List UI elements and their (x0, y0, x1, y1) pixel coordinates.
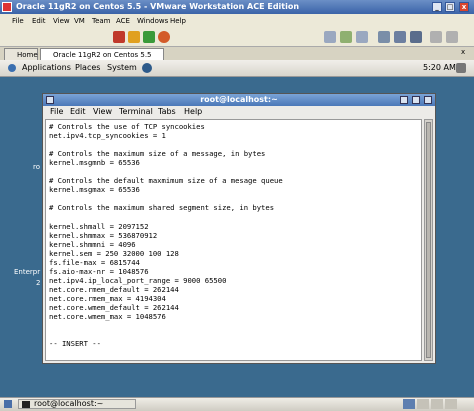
terminal-line: # Controls the maximum size of a message… (49, 149, 266, 159)
terminal-window: root@localhost:~ File Edit View Terminal… (42, 93, 436, 364)
scrollbar-thumb[interactable] (426, 122, 431, 358)
terminal-line: # Controls the use of TCP syncookies (49, 122, 205, 131)
show-desktop-icon[interactable] (4, 400, 12, 408)
tab-vm[interactable]: Oracle 11gR2 on Centos 5.5 (40, 48, 164, 60)
terminal-menu-file[interactable]: File (50, 106, 63, 118)
terminal-line: kernel.msgmax = 65536 (49, 185, 140, 195)
terminal-line: # Controls the maximum shared segment si… (49, 203, 275, 213)
terminal-scrollbar[interactable] (424, 119, 433, 361)
workspace-icon[interactable] (445, 399, 457, 409)
snapshot-icon[interactable] (324, 31, 336, 43)
menu-help[interactable]: Help (170, 14, 186, 28)
workspace-icon[interactable] (417, 399, 429, 409)
menu-file[interactable]: File (12, 14, 24, 28)
window-menu-icon[interactable] (46, 96, 54, 104)
view-icon[interactable] (430, 31, 442, 43)
menu-windows[interactable]: Windows (137, 14, 168, 28)
terminal-lines: # Controls the use of TCP syncookies net.… (49, 122, 283, 348)
gnome-foot-icon (8, 64, 16, 72)
terminal-title: root@localhost:~ (200, 95, 278, 104)
vmware-window-title: Oracle 11gR2 on Centos 5.5 - VMware Work… (16, 2, 300, 11)
volume-icon[interactable] (456, 63, 466, 73)
terminal-line: kernel.shmmax = 536870912 (49, 230, 158, 240)
tab-vm-label: Oracle 11gR2 on Centos 5.5 (53, 51, 152, 59)
menu-vm[interactable]: VM (74, 14, 85, 28)
terminal-line: fs.file-max = 6815744 (49, 257, 140, 267)
terminal-minimize-button[interactable] (400, 96, 408, 104)
suspend-icon[interactable] (128, 31, 140, 43)
terminal-screen[interactable]: # Controls the use of TCP syncookies net.… (45, 119, 422, 361)
vmware-app-icon (2, 2, 12, 12)
quick-switch-icon[interactable] (378, 31, 390, 43)
terminal-maximize-button[interactable] (412, 96, 420, 104)
terminal-line: net.core.rmem_default = 262144 (49, 284, 179, 294)
close-tab-icon[interactable]: x (461, 48, 465, 56)
workspace-icon[interactable] (403, 399, 415, 409)
terminal-line: -- INSERT -- (49, 339, 101, 349)
bottom-panel: root@localhost:~ (0, 397, 474, 411)
terminal-icon (22, 401, 30, 408)
desktop-label: ro (33, 163, 41, 171)
vmware-menu-bar: File Edit View VM Team ACE Windows Help (0, 14, 474, 28)
vm-tab-strip: Home Oracle 11gR2 on Centos 5.5 x (0, 47, 474, 60)
terminal-line: kernel.msgmnb = 65536 (49, 158, 140, 168)
console-icon[interactable] (446, 31, 458, 43)
terminal-line: net.ipv4.ip_local_port_range = 9000 6550… (49, 275, 227, 285)
tab-home[interactable]: Home (4, 48, 38, 60)
applications-menu[interactable]: Applications (22, 60, 71, 76)
terminal-line: net.core.rmem_max = 4194304 (49, 293, 166, 303)
tab-home-label: Home (17, 51, 38, 59)
close-button[interactable]: x (459, 2, 469, 12)
vmware-toolbar (0, 28, 474, 47)
workspace-icon[interactable] (431, 399, 443, 409)
terminal-menu-help[interactable]: Help (184, 106, 202, 118)
terminal-menu-terminal[interactable]: Terminal (119, 106, 153, 118)
minimize-button[interactable]: _ (432, 2, 442, 12)
terminal-menu-tabs[interactable]: Tabs (158, 106, 176, 118)
gnome-top-panel: Applications Places System 5:20 AM (0, 60, 474, 77)
desktop-label: 2 (36, 279, 41, 287)
terminal-menu-edit[interactable]: Edit (70, 106, 86, 118)
network-icon (142, 63, 152, 73)
terminal-line: net.core.wmem_max = 1048576 (49, 311, 166, 321)
menu-ace[interactable]: ACE (116, 14, 130, 28)
terminal-title-bar: root@localhost:~ (43, 94, 435, 106)
unity-icon[interactable] (410, 31, 422, 43)
desktop-label: Enterpr (14, 268, 41, 276)
power-on-icon[interactable] (143, 31, 155, 43)
terminal-line: kernel.shmmni = 4096 (49, 239, 136, 249)
vmware-title-bar: Oracle 11gR2 on Centos 5.5 - VMware Work… (0, 0, 474, 14)
reset-icon[interactable] (158, 31, 170, 43)
terminal-close-button[interactable] (424, 96, 432, 104)
full-screen-icon[interactable] (394, 31, 406, 43)
taskbar-task-label: root@localhost:~ (34, 399, 104, 408)
menu-view[interactable]: View (53, 14, 70, 28)
terminal-line: net.core.wmem_default = 262144 (49, 302, 179, 312)
menu-edit[interactable]: Edit (32, 14, 46, 28)
system-menu[interactable]: System (107, 60, 137, 76)
terminal-line: # Controls the default maxmimum size of … (49, 176, 283, 186)
power-off-icon[interactable] (113, 31, 125, 43)
terminal-line: net.ipv4.tcp_syncookies = 1 (49, 131, 166, 141)
clock[interactable]: 5:20 AM (423, 60, 456, 76)
terminal-line: kernel.sem = 250 32000 100 128 (49, 248, 179, 258)
snapshot-manager-icon[interactable] (356, 31, 368, 43)
menu-team[interactable]: Team (92, 14, 111, 28)
places-menu[interactable]: Places (75, 60, 100, 76)
maximize-button[interactable]: □ (445, 2, 455, 12)
terminal-menu-view[interactable]: View (93, 106, 112, 118)
terminal-line: kernel.shmall = 2097152 (49, 221, 149, 231)
terminal-line: fs.aio-max-nr = 1048576 (49, 266, 149, 276)
terminal-menu-bar: File Edit View Terminal Tabs Help (43, 106, 435, 118)
revert-snapshot-icon[interactable] (340, 31, 352, 43)
